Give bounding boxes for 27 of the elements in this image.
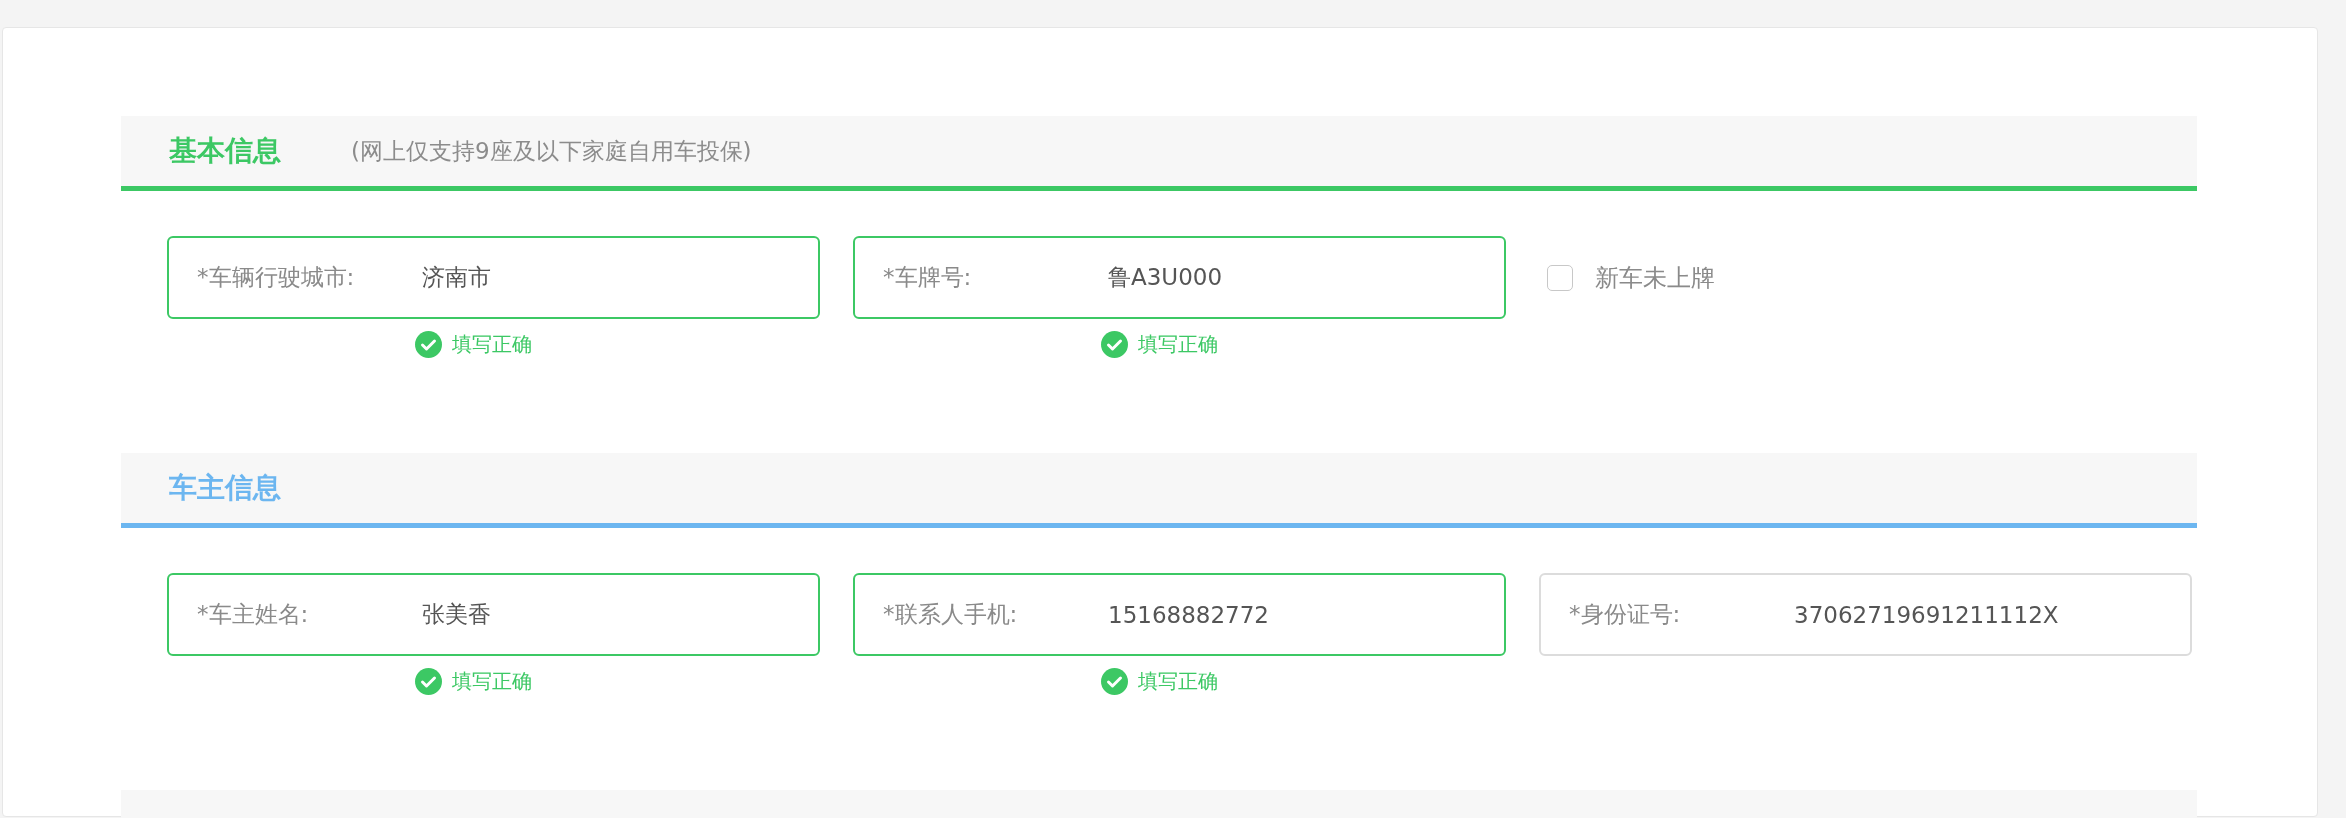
field-value: 济南市 <box>422 263 491 292</box>
checkbox[interactable] <box>1547 264 1573 291</box>
check-circle-icon <box>415 668 442 695</box>
field-label: *身份证号: <box>1569 600 1682 629</box>
field-value: 15168882772 <box>1108 601 1269 628</box>
check-circle-icon <box>1101 668 1128 695</box>
field-label: *车辆行驶城市: <box>197 263 356 292</box>
input-field[interactable]: *联系人手机: 15168882772 <box>853 573 1506 656</box>
field-value: 37062719691211112X <box>1794 601 2059 628</box>
field-value: 鲁A3U000 <box>1108 263 1223 292</box>
field-label: *车牌号: <box>883 263 973 292</box>
field-label: *联系人手机: <box>883 600 1019 629</box>
valid-message: 填写正确 <box>452 668 532 695</box>
field-value: 张美香 <box>422 600 491 629</box>
section-note: (网上仅支持9座及以下家庭自用车投保) <box>351 136 752 166</box>
input-field[interactable]: *车辆行驶城市: 济南市 <box>167 236 820 319</box>
check-circle-icon <box>415 331 442 358</box>
check-circle-icon <box>1101 331 1128 358</box>
section-title: 车主信息 <box>169 470 281 506</box>
valid-message: 填写正确 <box>452 331 532 358</box>
field-label: *车主姓名: <box>197 600 310 629</box>
section-title: 基本信息 <box>169 133 281 169</box>
input-field[interactable]: *车牌号: 鲁A3U000 <box>853 236 1506 319</box>
input-field[interactable]: *车主姓名: 张美香 <box>167 573 820 656</box>
input-field[interactable]: *身份证号: 37062719691211112X <box>1539 573 2192 656</box>
valid-message: 填写正确 <box>1138 331 1218 358</box>
valid-message: 填写正确 <box>1138 668 1218 695</box>
